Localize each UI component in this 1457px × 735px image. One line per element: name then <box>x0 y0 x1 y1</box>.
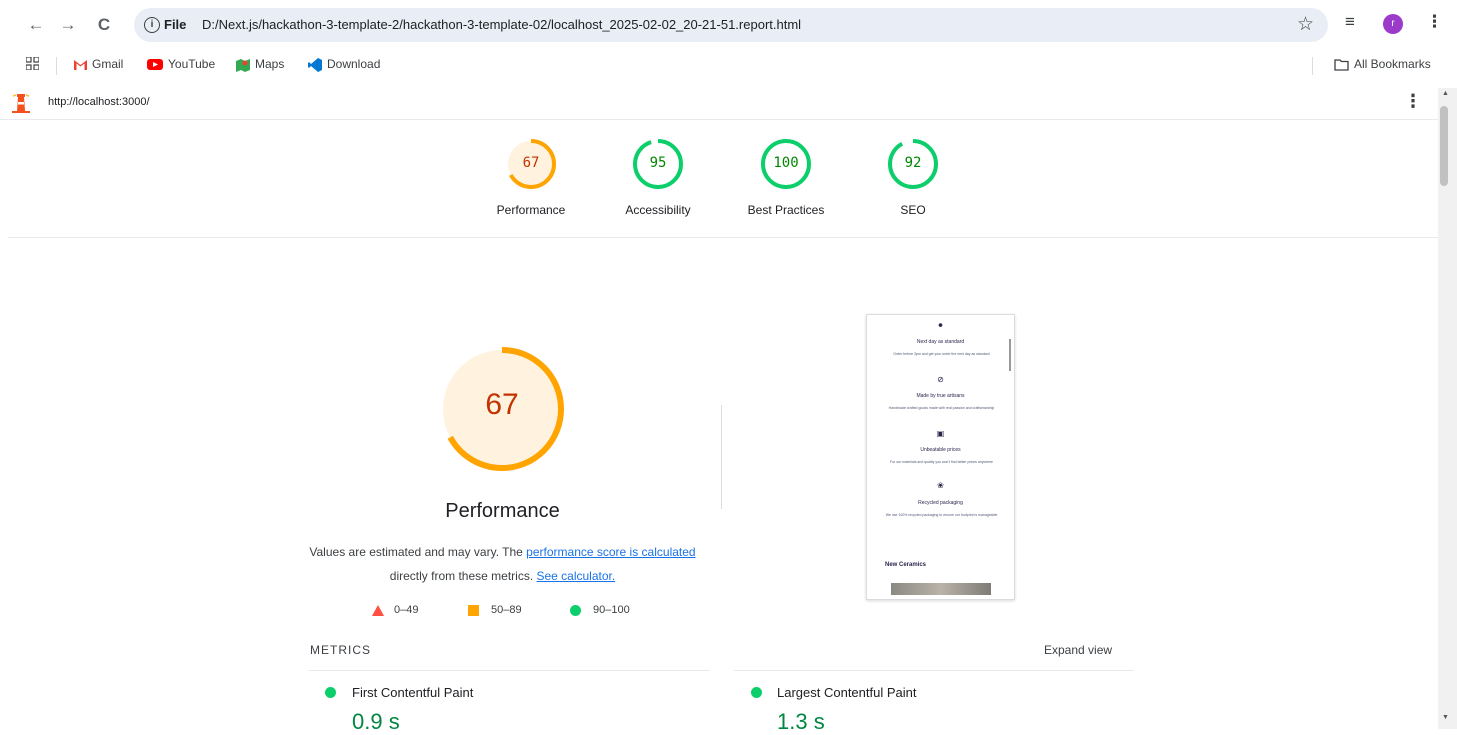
apps-icon[interactable] <box>25 56 40 73</box>
gauge-score: 92 <box>904 155 922 171</box>
reload-button[interactable]: C <box>92 13 116 37</box>
youtube-icon <box>147 59 163 71</box>
bookmarks-bar: Gmail YouTube Maps Download All Bookmark… <box>0 52 1457 80</box>
gauge-accessibility[interactable]: 95 <box>631 137 685 191</box>
metrics-divider <box>734 670 1134 671</box>
folder-icon <box>1334 59 1349 71</box>
scrollbar-thumb[interactable] <box>1440 106 1448 186</box>
gauge-score: 67 <box>522 155 540 171</box>
performance-big-score: 67 <box>485 388 519 421</box>
triangle-icon <box>372 604 384 616</box>
lighthouse-logo-icon <box>12 94 30 113</box>
card-icon: ▣ <box>936 429 945 438</box>
gauge-best-practices[interactable]: 100 <box>759 137 813 191</box>
gauge-seo[interactable]: 92 <box>886 137 940 191</box>
legend-average: 50–89 <box>468 604 522 616</box>
report-url[interactable]: http://localhost:3000/ <box>48 96 150 108</box>
gauge-score: 95 <box>649 155 667 171</box>
bookmark-download[interactable]: Download <box>308 57 380 72</box>
expand-view-button[interactable]: Expand view <box>1044 643 1112 657</box>
thumbnail-section-title: New Ceramics <box>885 562 927 568</box>
back-button[interactable]: ← <box>24 13 48 37</box>
bookmark-maps[interactable]: Maps <box>236 57 284 72</box>
page-screenshot-thumbnail[interactable]: ⚫ Next day as standard Order before 3pm … <box>866 314 1015 600</box>
scroll-up-icon[interactable]: ▲ <box>1442 90 1449 97</box>
gauge-label: Performance <box>496 203 566 217</box>
vscode-icon <box>308 57 322 72</box>
legend-pass: 90–100 <box>570 604 630 616</box>
all-bookmarks[interactable]: All Bookmarks <box>1334 57 1431 71</box>
forward-button[interactable]: → <box>56 13 80 37</box>
metric-lcp-name: Largest Contentful Paint <box>777 685 917 700</box>
arrow-right-icon: → <box>59 15 77 34</box>
section-divider <box>721 405 722 509</box>
see-calculator-link[interactable]: See calculator. <box>536 569 615 583</box>
legend-fail: 0–49 <box>372 604 418 616</box>
metric-fcp-value: 0.9 s <box>352 709 400 734</box>
gauge-performance[interactable]: 67 <box>504 137 558 191</box>
star-icon[interactable]: ☆ <box>1297 13 1314 36</box>
metric-fcp-name: First Contentful Paint <box>352 685 474 700</box>
browser-chrome: ← → C i File D:/Next.js/hackathon-3-temp… <box>0 0 1457 86</box>
divider <box>8 237 1438 238</box>
plant-icon: ❀ <box>937 481 944 490</box>
more-menu-icon[interactable]: ⋮ <box>1426 12 1443 32</box>
metric-pass-icon <box>751 687 762 698</box>
bookmark-youtube[interactable]: YouTube <box>147 57 215 71</box>
checkmark-icon: ⊘ <box>937 375 944 384</box>
report-menu-icon[interactable]: ⋮ <box>1404 91 1422 112</box>
bookmark-separator <box>56 57 57 75</box>
performance-description: Values are estimated and may vary. The p… <box>309 545 696 583</box>
avatar[interactable]: r <box>1383 14 1403 34</box>
gauge-label: Accessibility <box>625 203 691 217</box>
metrics-divider <box>308 670 710 671</box>
bookmark-gmail[interactable]: Gmail <box>74 57 123 71</box>
scroll-down-icon[interactable]: ▼ <box>1442 714 1449 721</box>
maps-icon <box>236 58 250 72</box>
reload-icon: C <box>97 15 111 34</box>
metrics-heading: METRICS <box>310 643 371 657</box>
gauge-label: Best Practices <box>747 203 825 217</box>
reading-list-icon[interactable]: ≡ <box>1345 12 1355 32</box>
report-topbar: http://localhost:3000/ ⋮ <box>0 88 1438 120</box>
square-icon <box>468 604 479 616</box>
url-text[interactable]: D:/Next.js/hackathon-3-template-2/hackat… <box>202 17 801 32</box>
arrow-left-icon: ← <box>27 15 45 34</box>
address-bar[interactable]: i File D:/Next.js/hackathon-3-template-2… <box>134 8 1328 42</box>
circle-icon <box>570 604 581 616</box>
gauge-score: 100 <box>773 155 799 171</box>
info-icon[interactable]: i <box>144 17 160 33</box>
metric-lcp-value: 1.3 s <box>777 709 825 734</box>
performance-title: Performance <box>445 500 560 522</box>
performance-score-link[interactable]: performance score is calculated <box>526 545 695 559</box>
scheme-label: File <box>164 17 187 32</box>
bookmark-separator <box>1312 57 1313 75</box>
delivery-icon: ⚫ <box>937 321 944 330</box>
gauge-label: SEO <box>900 203 926 217</box>
metric-pass-icon <box>325 687 336 698</box>
thumbnail-product-image <box>891 583 991 595</box>
gmail-icon <box>74 59 87 70</box>
